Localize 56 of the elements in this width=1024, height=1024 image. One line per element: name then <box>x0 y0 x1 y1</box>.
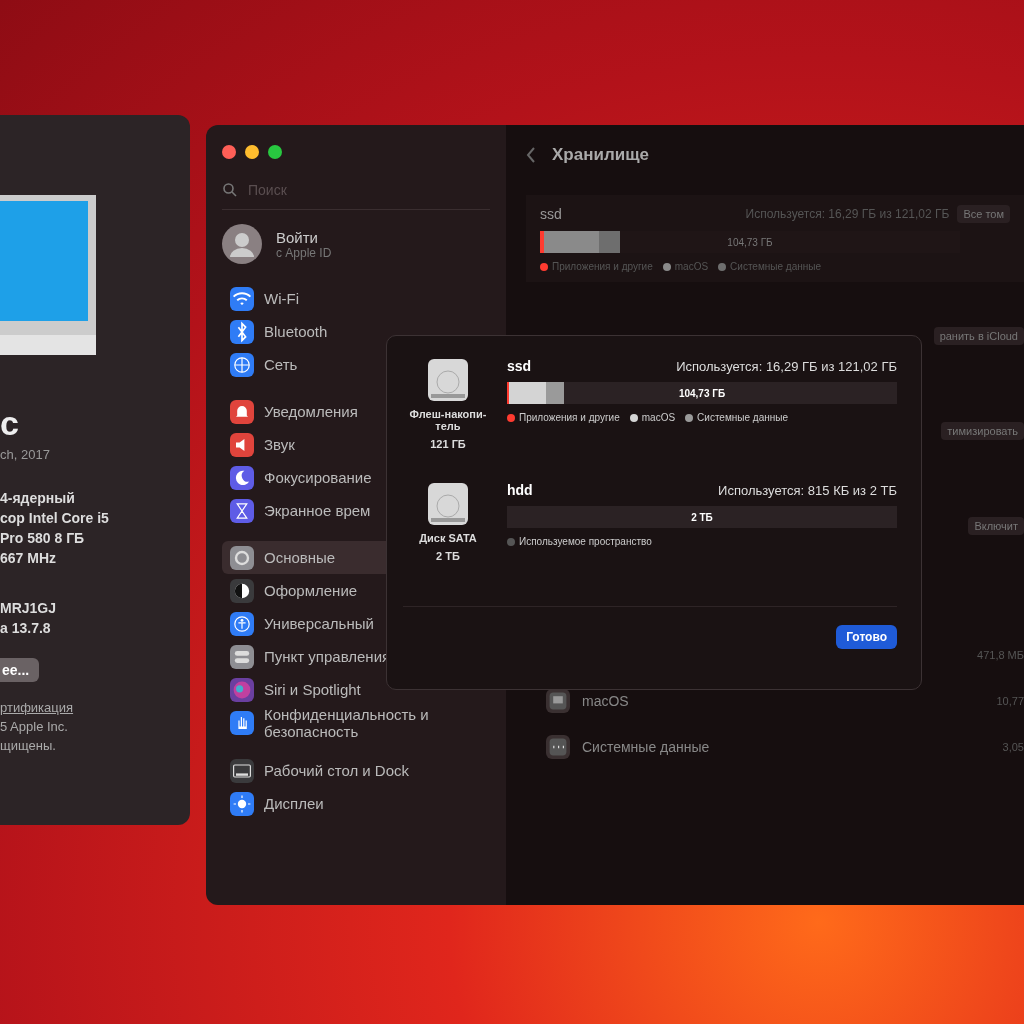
legend-label: Приложения и другие <box>519 412 620 423</box>
legend-label: Используемое пространство <box>519 536 652 547</box>
category-label: Системные данные <box>582 739 711 755</box>
copyright-text: 5 Apple Inc. <box>0 719 69 734</box>
page-title: Хранилище <box>552 145 649 165</box>
dots-icon <box>546 735 570 759</box>
drive-capacity: 121 ГБ <box>429 438 467 450</box>
drive-capacity: 2 ТБ <box>435 550 461 562</box>
all-volumes-button[interactable]: Все том <box>957 205 1010 223</box>
spec-text: Pro 580 8 ГБ <box>0 530 86 546</box>
drive-type-label: Диск SATA <box>418 532 478 544</box>
sidebar-item[interactable]: Wi-Fi <box>222 282 490 315</box>
certification-link[interactable]: ртификация <box>0 700 184 715</box>
option-button[interactable]: тимизировать <box>941 422 1024 440</box>
model-date: ch, 2017 <box>0 447 51 462</box>
usage-text: Используется: 16,29 ГБ из 121,02 ГБ <box>676 358 897 374</box>
spec-text: 667 MHz <box>0 550 58 566</box>
done-button[interactable]: Готово <box>836 625 897 649</box>
sidebar-item[interactable]: Рабочий стол и Dock <box>222 754 490 787</box>
serial-number: MRJ1GJ <box>0 600 58 616</box>
zoom-button[interactable] <box>268 145 282 159</box>
os-version: a 13.7.8 <box>0 620 52 636</box>
drive-type-label: Флеш-накопи-тель <box>408 408 488 432</box>
category-size: 471,8 МБ <box>977 649 1024 661</box>
legend-label: Приложения и другие <box>552 261 653 272</box>
back-icon[interactable] <box>526 146 536 164</box>
model-name: c <box>0 404 20 443</box>
legend-label: Системные данные <box>730 261 822 272</box>
minimize-button[interactable] <box>245 145 259 159</box>
sidebar-item[interactable]: Конфиденциальность и безопасность <box>222 706 490 740</box>
more-info-button[interactable]: ее... <box>0 658 40 682</box>
legend-label: macOS <box>674 261 709 272</box>
free-space-label: 104,73 ГБ <box>677 387 727 399</box>
free-space-label: 2 ТБ <box>690 511 714 523</box>
sidebar-item[interactable]: Дисплеи <box>222 787 490 820</box>
volume-name: ssd <box>540 206 562 222</box>
category-size: 3,05 <box>1002 741 1024 753</box>
legend-label: Системные данные <box>697 412 789 423</box>
spec-text: сор Intel Core i5 <box>0 510 110 526</box>
copyright-text: щищены. <box>0 738 57 753</box>
usage-text: Используется: 815 КБ из 2 ТБ <box>718 482 897 498</box>
legend-label: macOS <box>641 412 676 423</box>
account-subtitle: с Apple ID <box>276 245 332 260</box>
option-button[interactable]: ранить в iCloud <box>933 327 1024 345</box>
category-label: macOS <box>582 693 630 709</box>
volume-name: hdd <box>507 482 533 498</box>
avatar-icon <box>222 224 262 264</box>
free-space-label: 104,73 ГБ <box>726 236 774 248</box>
search-icon <box>222 182 238 198</box>
volume-name: ssd <box>507 358 532 374</box>
option-button[interactable]: Включит <box>968 517 1024 535</box>
usage-text: Используется: 16,29 ГБ из 121,02 ГБ <box>745 207 950 221</box>
category-size: 10,77 <box>996 695 1024 707</box>
spec-text: 4-ядерный <box>0 490 76 506</box>
close-button[interactable] <box>222 145 236 159</box>
account-title[interactable]: Войти <box>276 228 332 246</box>
